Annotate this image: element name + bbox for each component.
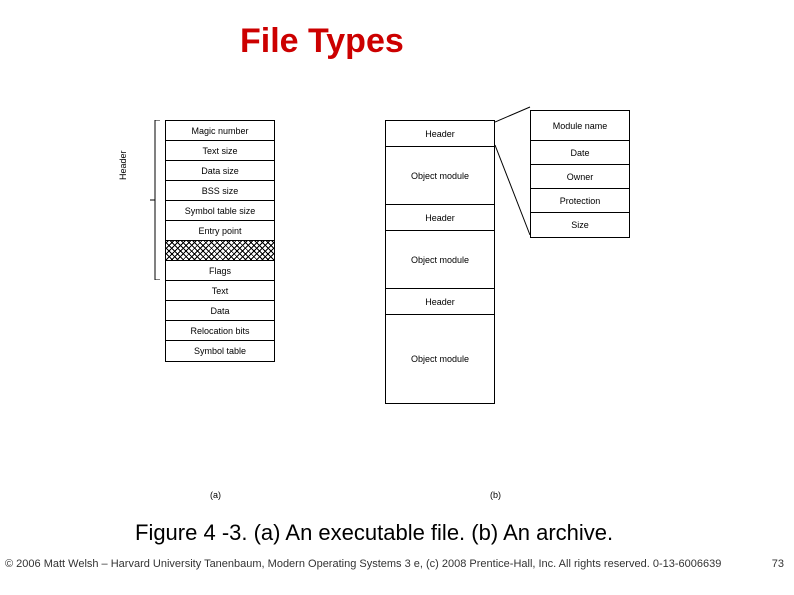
cell-c-date: Date xyxy=(531,141,629,165)
column-c: Module name Date Owner Protection Size xyxy=(530,110,630,238)
cell-reloc: Relocation bits xyxy=(166,321,274,341)
cell-flags: Flags xyxy=(166,261,274,281)
cell-bss: BSS size xyxy=(166,181,274,201)
leader-lines xyxy=(495,105,535,255)
sublabel-a: (a) xyxy=(210,490,221,500)
footer-mid: Tanenbaum, Modern Operating Systems 3 e,… xyxy=(204,558,721,570)
diagram-container: Header Magic number Text size Data size … xyxy=(120,90,680,500)
figure-caption: Figure 4 -3. (a) An executable file. (b)… xyxy=(135,520,613,546)
cell-data: Data xyxy=(166,301,274,321)
cell-b-obj2: Object module xyxy=(386,231,494,289)
cell-b-header2: Header xyxy=(386,205,494,231)
cell-symtabsize: Symbol table size xyxy=(166,201,274,221)
cell-datasize: Data size xyxy=(166,161,274,181)
cell-c-size: Size xyxy=(531,213,629,237)
cell-c-prot: Protection xyxy=(531,189,629,213)
cell-c-module: Module name xyxy=(531,111,629,141)
cell-c-owner: Owner xyxy=(531,165,629,189)
column-a: Magic number Text size Data size BSS siz… xyxy=(165,120,275,362)
footer-left: © 2006 Matt Welsh – Harvard University xyxy=(5,558,201,570)
cell-textsize: Text size xyxy=(166,141,274,161)
cell-hatched xyxy=(166,241,274,261)
sublabel-b: (b) xyxy=(490,490,501,500)
header-brace-label: Header xyxy=(118,150,128,180)
cell-b-header1: Header xyxy=(386,121,494,147)
column-b: Header Object module Header Object modul… xyxy=(385,120,495,404)
header-brace xyxy=(140,120,160,260)
cell-entry: Entry point xyxy=(166,221,274,241)
cell-b-obj1: Object module xyxy=(386,147,494,205)
cell-b-obj3: Object module xyxy=(386,315,494,403)
cell-b-header3: Header xyxy=(386,289,494,315)
cell-symtab: Symbol table xyxy=(166,341,274,361)
footer: © 2006 Matt Welsh – Harvard University T… xyxy=(5,558,785,570)
cell-text: Text xyxy=(166,281,274,301)
page-number: 73 xyxy=(772,558,784,570)
page-title: File Types xyxy=(240,22,404,61)
cell-magic: Magic number xyxy=(166,121,274,141)
